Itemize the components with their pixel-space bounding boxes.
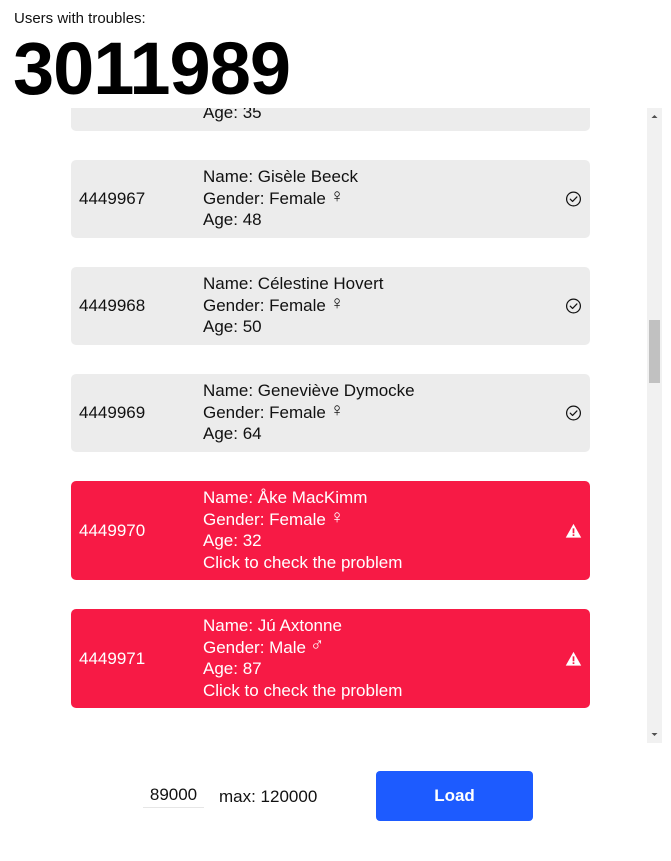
user-id: 4449969 bbox=[79, 403, 146, 422]
warning-icon bbox=[565, 651, 582, 666]
female-symbol-icon: ♀ bbox=[329, 185, 345, 207]
user-card: 4449967 Name: Gisèle Beeck Gender: Female ♀… bbox=[71, 160, 590, 238]
list-scrollbar[interactable] bbox=[647, 108, 662, 743]
user-card: 4449966Name: Anaël DeebleGender: Male♂Ag… bbox=[71, 108, 590, 131]
user-id: 4449971 bbox=[79, 648, 146, 668]
user-name: Name: Jú Axtonne bbox=[203, 616, 342, 635]
warning-icon bbox=[565, 523, 582, 538]
user-age: Age: 64 bbox=[203, 424, 262, 443]
troubled-users-count: 3011989 bbox=[13, 27, 291, 110]
check-problem-link[interactable]: Click to check the problem bbox=[203, 552, 402, 574]
user-gender-line: Gender: Female ♀ bbox=[203, 399, 415, 424]
user-gender-line: Gender: Male ♂ bbox=[203, 634, 402, 659]
footer-controls: max: 120000 Load bbox=[0, 743, 671, 861]
check-circle-icon bbox=[565, 191, 582, 207]
female-symbol-icon: ♀ bbox=[329, 399, 345, 421]
user-details: Name: Jú Axtonne Gender: Male ♂ Age: 87 Clic… bbox=[203, 615, 402, 701]
user-card: 4449969 Name: Geneviève Dymocke Gender: Fe… bbox=[71, 374, 590, 452]
user-age: Age: 48 bbox=[203, 210, 262, 229]
scroll-up-arrow-icon[interactable] bbox=[647, 108, 662, 125]
load-button[interactable]: Load bbox=[376, 771, 533, 821]
user-details: Name: Geneviève Dymocke Gender: Female ♀ Ag… bbox=[203, 380, 415, 445]
user-gender-line: Gender: Female ♀ bbox=[203, 506, 402, 531]
problem-user-card[interactable]: 4449971 Name: Jú Axtonne Gender: Male ♂ Age:… bbox=[71, 609, 590, 708]
user-name: Name: Åke MacKimm bbox=[203, 488, 368, 507]
users-with-troubles-label: Users with troubles: bbox=[14, 10, 146, 27]
user-age: Age: 87 bbox=[203, 659, 262, 678]
user-gender: Gender: Female bbox=[203, 295, 326, 315]
user-list[interactable]: 4449966Name: Anaël DeebleGender: Male♂Ag… bbox=[0, 108, 647, 743]
user-name: Name: Célestine Hovert bbox=[203, 274, 384, 293]
page: Users with troubles: 3011989 4449966Name… bbox=[0, 0, 671, 861]
user-gender: Gender: Male bbox=[203, 637, 306, 657]
check-problem-link[interactable]: Click to check the problem bbox=[203, 680, 402, 702]
load-count-input[interactable] bbox=[143, 783, 204, 808]
problem-user-card[interactable]: 4449970 Name: Åke MacKimm Gender: Female ♀ A… bbox=[71, 481, 590, 580]
check-circle-icon bbox=[565, 405, 582, 421]
user-gender: Gender: Female bbox=[203, 509, 326, 529]
user-id: 4449970 bbox=[79, 520, 146, 540]
user-name: Name: Geneviève Dymocke bbox=[203, 381, 415, 400]
max-label: max: 120000 bbox=[219, 787, 318, 806]
user-name: Name: Gisèle Beeck bbox=[203, 167, 358, 186]
scrollbar-thumb[interactable] bbox=[649, 320, 660, 383]
user-details: Name: Anaël DeebleGender: Male♂Age: 35 bbox=[203, 108, 359, 124]
user-gender: Gender: Female bbox=[203, 188, 326, 208]
scroll-down-arrow-icon[interactable] bbox=[647, 726, 662, 743]
user-details: Name: Célestine Hovert Gender: Female ♀ Age… bbox=[203, 273, 383, 338]
user-gender: Gender: Female bbox=[203, 402, 326, 422]
user-gender-line: Gender: Female ♀ bbox=[203, 185, 358, 210]
female-symbol-icon: ♀ bbox=[329, 292, 345, 314]
user-card: 4449968 Name: Célestine Hovert Gender: Fem… bbox=[71, 267, 590, 345]
user-age: Age: 50 bbox=[203, 317, 262, 336]
user-age: Age: 32 bbox=[203, 531, 262, 550]
user-details: Name: Åke MacKimm Gender: Female ♀ Age: 32 C… bbox=[203, 487, 402, 573]
male-symbol-icon: ♂ bbox=[310, 634, 325, 656]
female-symbol-icon: ♀ bbox=[329, 506, 345, 528]
user-age: Age: 35 bbox=[203, 108, 262, 122]
check-circle-icon bbox=[565, 298, 582, 314]
user-gender-line: Gender: Female ♀ bbox=[203, 292, 383, 317]
user-id: 4449968 bbox=[79, 296, 146, 315]
user-details: Name: Gisèle Beeck Gender: Female ♀ Age: 48 bbox=[203, 166, 358, 231]
user-id: 4449967 bbox=[79, 189, 146, 208]
